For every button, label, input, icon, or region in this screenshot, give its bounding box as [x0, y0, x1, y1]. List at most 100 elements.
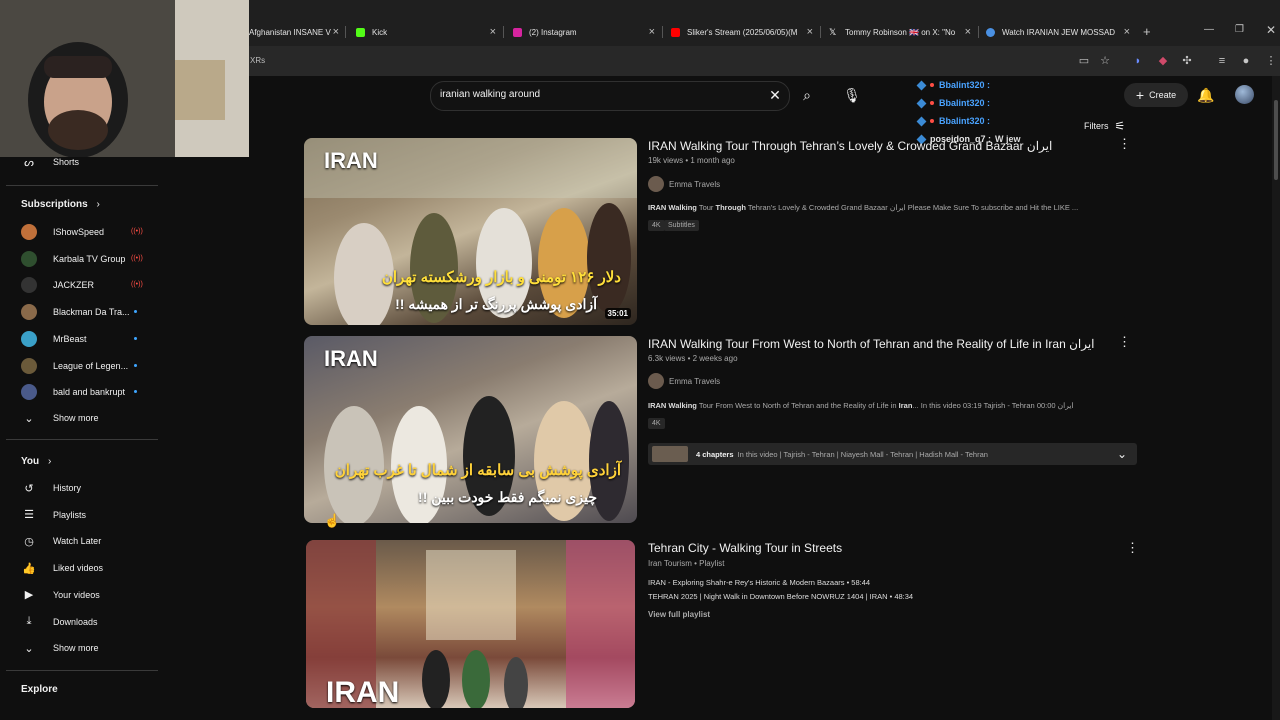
video-thumbnail[interactable]: IRAN دلار ۱۲۶ تومنی و بازار ورشکسته تهرا… — [304, 138, 637, 325]
you-heading[interactable]: You › — [21, 456, 51, 467]
close-tab-icon[interactable]: × — [965, 26, 971, 38]
scrollbar-thumb[interactable] — [1274, 100, 1278, 180]
instagram-icon — [513, 27, 522, 37]
minimize-icon[interactable]: — — [1204, 24, 1214, 35]
show-more-subscriptions[interactable]: ⌄ Show more — [21, 408, 99, 428]
playlist-meta[interactable]: Iran Tourism • Playlist — [648, 559, 724, 568]
address-url[interactable]: XRs — [250, 56, 265, 65]
heading-label: You — [21, 456, 40, 467]
sidebar-item-subscription[interactable]: bald and bankrupt — [21, 382, 125, 402]
tab-label: Kick — [372, 27, 388, 37]
profile-icon[interactable]: ● — [1238, 53, 1254, 69]
new-tab-icon[interactable]: + — [1143, 24, 1151, 39]
video-thumbnail[interactable]: IRAN آزادی پوشش بی سابقه از شمال تا غرب … — [304, 336, 637, 523]
restore-icon[interactable]: ❐ — [1235, 24, 1244, 35]
browser-tab[interactable]: Afghanistan INSANE V × — [249, 22, 339, 42]
video-description: IRAN Walking Tour Through Tehran's Lovel… — [648, 203, 1078, 212]
channel-link[interactable]: Emma Travels — [648, 176, 720, 192]
sidebar-item-shorts[interactable]: ᔕ Shorts — [21, 152, 79, 172]
tab-label: (2) Instagram — [529, 27, 577, 37]
filters-button[interactable]: Filters ⚟ — [1084, 119, 1125, 133]
avatar[interactable] — [1235, 85, 1254, 104]
channel-link[interactable]: Emma Travels — [648, 373, 720, 389]
sidebar-item-subscription[interactable]: League of Legen... — [21, 356, 128, 376]
subscriptions-heading[interactable]: Subscriptions › — [21, 199, 100, 210]
playlist-item[interactable]: IRAN - Exploring Shahr-e Rey's Historic … — [648, 578, 870, 587]
video-title[interactable]: IRAN Walking Tour From West to North of … — [648, 337, 1095, 351]
channel-avatar — [21, 357, 37, 374]
search-input[interactable]: iranian walking around — [440, 89, 540, 100]
desc-text: Tour — [696, 203, 716, 212]
chapters-bar[interactable]: 4 chapters In this video | Tajrish - Teh… — [648, 443, 1137, 465]
sidebar-item-subscription[interactable]: IShowSpeed — [21, 222, 104, 242]
youtube-icon — [671, 27, 680, 37]
sidebar-item-subscription[interactable]: Karbala TV Group — [21, 249, 125, 269]
desc-highlight: IRAN Walking — [648, 203, 697, 212]
channel-avatar — [648, 176, 664, 192]
close-tab-icon[interactable]: × — [490, 26, 496, 38]
more-actions-icon[interactable]: ⋮ — [1118, 334, 1131, 350]
sidebar-item-playlists[interactable]: ☰ Playlists — [21, 505, 86, 525]
reading-list-icon[interactable]: ≡ — [1214, 53, 1230, 69]
browser-tab[interactable]: Kick × — [356, 22, 496, 42]
sidebar-divider — [6, 670, 158, 671]
extension-icon[interactable]: ◗ — [1130, 53, 1146, 69]
close-tab-icon[interactable]: × — [807, 26, 813, 38]
filters-label: Filters — [1084, 121, 1109, 131]
browser-tab[interactable]: Sliker's Stream (2025/06/05)(M × — [671, 22, 813, 42]
bookmark-star-icon[interactable]: ☆ — [1097, 53, 1113, 69]
extensions-puzzle-icon[interactable]: ✣ — [1179, 53, 1195, 69]
clear-search-icon[interactable]: ✕ — [764, 84, 786, 106]
sidebar-item-label: Show more — [53, 413, 99, 423]
sidebar-item-downloads[interactable]: ⤓ Downloads — [21, 612, 98, 632]
thumbnail-title-text: IRAN — [324, 148, 378, 173]
video-title[interactable]: IRAN Walking Tour Through Tehran’s Lovel… — [648, 139, 1052, 153]
browser-menu-icon[interactable]: ⋮ — [1263, 53, 1279, 69]
sidebar-item-history[interactable]: ↺ History — [21, 478, 81, 498]
browser-tab[interactable]: (2) Instagram × — [513, 22, 655, 42]
notifications-bell-icon[interactable]: 🔔 — [1195, 84, 1217, 106]
sidebar-item-your-videos[interactable]: ▶ Your videos — [21, 585, 100, 605]
extension-icon[interactable]: ◆ — [1155, 53, 1171, 69]
mouse-cursor-icon: ☝ — [324, 513, 341, 528]
thumbnail-persian-text: آزادی پوشش پررنگ تر از همیشه !! — [395, 296, 597, 312]
chat-username: Bbalint320 : — [939, 98, 991, 108]
close-tab-icon[interactable]: × — [1124, 26, 1130, 38]
plus-icon: + — [1135, 87, 1145, 103]
channel-name: Emma Travels — [669, 179, 721, 189]
sidebar-item-watch-later[interactable]: ◷ Watch Later — [21, 531, 101, 551]
clock-icon: ◷ — [24, 535, 34, 548]
cast-icon[interactable]: ▭ — [1076, 53, 1092, 69]
browser-tab[interactable]: 𝕏 Tommy Robinson 🇬🇧 on X: "No × — [829, 22, 971, 42]
sidebar-item-subscription[interactable]: JACKZER — [21, 275, 94, 295]
live-indicator-icon: ((•)) — [131, 254, 143, 262]
sidebar-item-label: Blackman Da Tra... — [53, 307, 130, 318]
close-window-icon[interactable]: ✕ — [1266, 23, 1276, 37]
desc-highlight: Iran — [898, 401, 913, 410]
chevron-down-icon[interactable]: ⌄ — [1117, 447, 1127, 461]
more-actions-icon[interactable]: ⋮ — [1126, 540, 1139, 556]
close-tab-icon[interactable]: × — [649, 26, 655, 38]
playlist-title[interactable]: Tehran City - Walking Tour in Streets — [648, 541, 842, 555]
playlist-thumbnail[interactable]: IRAN — [306, 540, 635, 708]
stream-chat-message: Bbalint320 : — [916, 116, 994, 126]
chat-username: Bbalint320 : — [939, 116, 991, 126]
search-icon[interactable]: ⌕ — [796, 84, 818, 106]
webcam-overlay — [0, 0, 249, 157]
chapters-text: In this video | Tajrish - Tehran | Niaye… — [737, 449, 988, 459]
microphone-icon[interactable]: 🎙 — [841, 84, 863, 106]
sidebar-item-liked-videos[interactable]: 👍 Liked videos — [21, 558, 103, 578]
create-button[interactable]: + Create — [1124, 83, 1188, 107]
more-actions-icon[interactable]: ⋮ — [1118, 136, 1131, 152]
new-content-dot — [134, 336, 137, 340]
view-full-playlist-link[interactable]: View full playlist — [648, 610, 710, 619]
tab-label: Tommy Robinson 🇬🇧 on X: "No — [845, 27, 956, 37]
playlist-item[interactable]: TEHRAN 2025 | Night Walk in Downtown Bef… — [648, 592, 913, 601]
sidebar-item-subscription[interactable]: Blackman Da Tra... — [21, 302, 130, 322]
show-more-you[interactable]: ⌄ Show more — [21, 638, 98, 658]
sidebar-item-subscription[interactable]: MrBeast — [21, 329, 87, 349]
browser-tab-active[interactable]: Watch IRANIAN JEW MOSSAD × — [986, 22, 1130, 42]
sidebar-divider — [6, 439, 158, 440]
sidebar-item-label: Shorts — [53, 157, 80, 167]
close-tab-icon[interactable]: × — [333, 26, 339, 38]
